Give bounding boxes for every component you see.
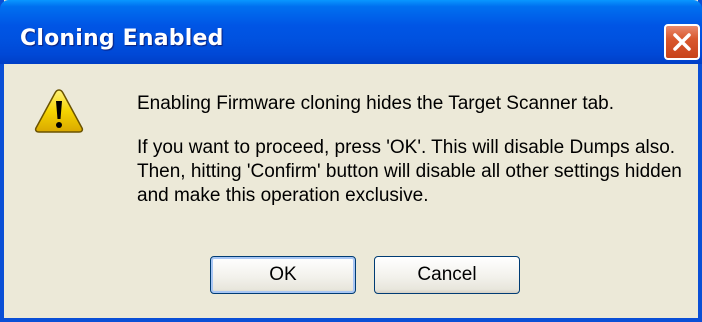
message-line-1: Enabling Firmware cloning hides the Targ… bbox=[137, 93, 615, 114]
title-bar[interactable]: Cloning Enabled bbox=[0, 0, 702, 64]
warning-icon bbox=[34, 89, 84, 133]
close-icon bbox=[673, 33, 691, 51]
close-button[interactable] bbox=[664, 24, 700, 60]
dialog-message: Enabling Firmware cloning hides the Targ… bbox=[137, 92, 697, 208]
cancel-button[interactable]: Cancel bbox=[374, 256, 520, 294]
message-line-2: If you want to proceed, press 'OK'. This… bbox=[137, 137, 682, 206]
dialog-body: Enabling Firmware cloning hides the Targ… bbox=[4, 64, 698, 318]
ok-button[interactable]: OK bbox=[210, 256, 356, 294]
dialog-title: Cloning Enabled bbox=[20, 26, 224, 51]
dialog-window: Cloning Enabled Enabling Firmware clonin… bbox=[0, 0, 702, 322]
